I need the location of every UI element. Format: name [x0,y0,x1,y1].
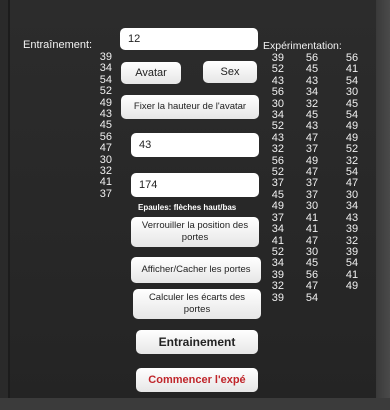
number-field-43-value: 43 [139,139,152,151]
experiment-value: 30 [345,86,359,99]
experiment-value: 32 [271,280,284,293]
experiment-title: Expérimentation: [263,40,342,52]
training-button[interactable]: Entrainement [136,330,258,354]
number-field-174-value: 174 [139,179,158,191]
toggle-doors-button[interactable]: Afficher/Cacher les portes [131,257,261,283]
experiment-value: 49 [345,280,359,293]
experiment-value: 34 [345,200,359,213]
avatar-button[interactable]: Avatar [121,62,181,84]
experiment-col-3: 56 41 54 30 45 54 49 49 52 32 54 47 30 34 43 39 32 39 54 41… [340,52,364,293]
training-value: 47 [99,142,112,155]
training-value: 37 [99,187,112,200]
experiment-value: 56 [271,86,284,99]
experiment-value: 39 [345,223,359,236]
experiment-value: 47 [305,280,319,293]
start-experiment-button[interactable]: Commencer l'expé [136,368,258,392]
number-field-43[interactable]: 43 [131,133,259,157]
experiment-value: 37 [305,143,319,156]
experiment-value: 52 [345,143,359,156]
experiment-value: 54 [345,257,359,270]
experiment-value: 45 [305,257,319,270]
experiment-value: 41 [305,223,319,236]
fix-avatar-height-button[interactable]: Fixer la hauteur de l'avatar [121,95,259,119]
compute-door-gaps-button[interactable]: Calculer les écarts des portes [133,289,261,319]
experiment-value: 32 [271,143,284,156]
experiment-value: 30 [305,200,319,213]
experiment-value: 54 [305,291,319,304]
experiment-col-2: 56 45 43 34 32 45 43 47 37 49 47 37 37 30 41 41 47 30 45 56… [300,52,324,304]
top-number-value: 12 [128,33,141,45]
lock-doors-position-button[interactable]: Verrouiller la position des portes [131,217,259,247]
bottom-bezel [0,398,390,410]
experiment-value: 49 [271,200,284,213]
experiment-value: 34 [271,223,284,236]
experiment-value: 39 [271,291,284,304]
panel-edge [376,0,390,410]
experiment-value: 34 [305,86,319,99]
training-value: 52 [99,85,112,98]
training-title: Entraînement: [23,39,93,51]
top-number-field[interactable]: 12 [120,28,258,50]
training-values-list: 39 34 54 52 49 43 45 56 47 30 32 41 37 [78,51,112,200]
experiment-value: 34 [271,257,284,270]
shoulders-hint: Epaules: flèches haut/bas [138,203,237,212]
number-field-174[interactable]: 174 [131,173,259,197]
experiment-col-1: 39 52 43 56 30 34 52 43 32 56 52 37 45 49 37 34 41 52 34 39… [262,52,284,304]
sex-button[interactable]: Sex [203,61,257,83]
